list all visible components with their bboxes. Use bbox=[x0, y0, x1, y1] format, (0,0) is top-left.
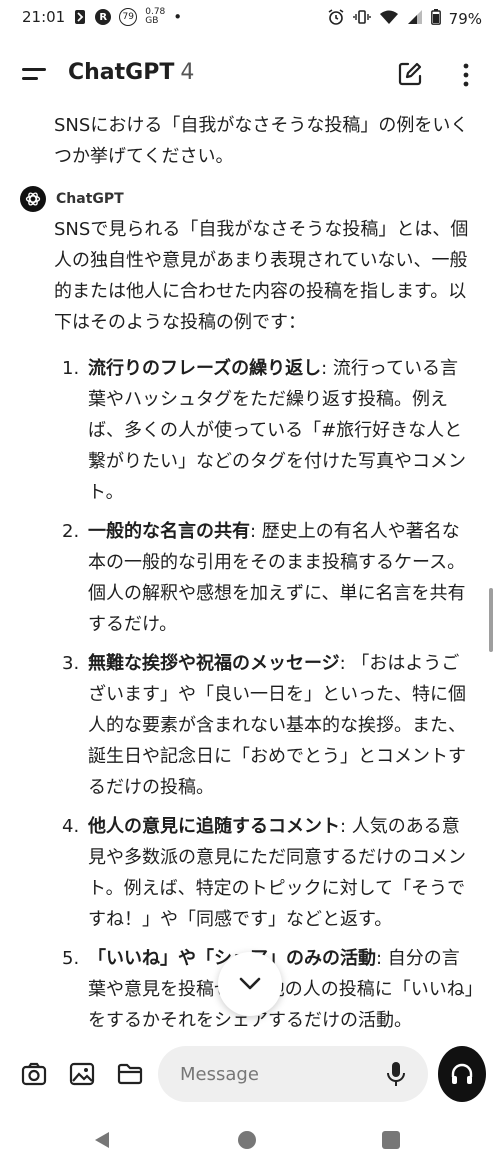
edit-icon[interactable] bbox=[396, 60, 424, 88]
list-item: 2. 一般的な名言の共有: 歴史上の有名人や著名な本の一般的な引用をそのまま投稿… bbox=[54, 516, 474, 640]
network-rate-unit: GB bbox=[145, 16, 159, 26]
chevron-down-icon bbox=[239, 977, 261, 990]
composer bbox=[0, 1040, 500, 1110]
list-keyword: 無難な挨拶や祝福のメッセージ bbox=[88, 653, 340, 674]
battery-percent: 79% bbox=[448, 10, 482, 28]
app-title: ChatGPT 4 bbox=[68, 60, 194, 85]
list-text: : 流行っている言葉やハッシュタグをただ繰り返す投稿。例えば、多くの人が使ってい… bbox=[88, 358, 466, 503]
battery-icon bbox=[430, 9, 441, 29]
list-keyword: 流行りのフレーズの繰り返し bbox=[88, 358, 322, 379]
signal-icon bbox=[407, 9, 423, 29]
wifi-icon bbox=[379, 9, 399, 29]
back-icon[interactable] bbox=[92, 1130, 112, 1150]
system-nav-bar bbox=[0, 1112, 500, 1169]
count-badge-icon: 79 bbox=[119, 8, 138, 26]
status-right: 79% bbox=[327, 8, 482, 30]
list-number: 3. bbox=[62, 653, 80, 674]
user-message: SNSにおける「自我がなさそうな投稿」の例をいくつか挙げてください。 bbox=[54, 115, 469, 167]
app-notification-icon bbox=[73, 9, 87, 25]
message-box bbox=[158, 1046, 428, 1102]
menu-icon[interactable] bbox=[22, 68, 46, 84]
status-dot: • bbox=[173, 8, 183, 26]
chatgpt-logo-icon bbox=[20, 186, 46, 212]
list-number: 2. bbox=[62, 521, 80, 542]
mic-icon[interactable] bbox=[384, 1060, 408, 1088]
kebab-icon[interactable] bbox=[456, 62, 476, 88]
message-input[interactable] bbox=[178, 1062, 372, 1086]
app-title-text: ChatGPT bbox=[68, 60, 175, 85]
list-item: 4. 他人の意見に追随するコメント: 人気のある意見や多数派の意見にただ同意する… bbox=[54, 811, 474, 935]
conversation: SNSにおける「自我がなさそうな投稿」の例をいくつか挙げてください。 ChatG… bbox=[0, 108, 500, 1038]
examples-list: 1. 流行りのフレーズの繰り返し: 流行っている言葉やハッシュタグをただ繰り返す… bbox=[54, 353, 474, 1038]
assistant-intro: SNSで見られる「自我がなさそうな投稿」とは、個人の独自性や意見があまり表現され… bbox=[54, 219, 469, 333]
status-time: 21:01 bbox=[22, 8, 66, 26]
alarm-icon bbox=[327, 8, 345, 30]
model-version: 4 bbox=[180, 60, 195, 85]
assistant-name: ChatGPT bbox=[56, 191, 124, 207]
list-number: 1. bbox=[62, 358, 80, 379]
status-left: 21:01 R 79 0.78 GB • bbox=[22, 8, 182, 26]
list-number: 4. bbox=[62, 816, 80, 837]
network-rate: 0.78 GB bbox=[145, 8, 165, 26]
assistant-header: ChatGPT bbox=[20, 186, 124, 212]
vibrate-icon bbox=[352, 8, 371, 30]
r-badge-icon: R bbox=[95, 9, 112, 25]
camera-icon[interactable] bbox=[20, 1060, 48, 1088]
scrollbar-thumb[interactable] bbox=[489, 588, 493, 652]
folder-icon[interactable] bbox=[116, 1060, 144, 1088]
list-keyword: 一般的な名言の共有 bbox=[88, 521, 250, 542]
list-item: 3. 無難な挨拶や祝福のメッセージ: 「おはようございます」や「良い一日を」とい… bbox=[54, 648, 474, 803]
list-item: 1. 流行りのフレーズの繰り返し: 流行っている言葉やハッシュタグをただ繰り返す… bbox=[54, 353, 474, 508]
image-icon[interactable] bbox=[68, 1060, 96, 1088]
headphones-icon bbox=[451, 1063, 473, 1084]
voice-mode-button[interactable] bbox=[438, 1046, 486, 1102]
recents-icon[interactable] bbox=[382, 1131, 400, 1149]
home-icon[interactable] bbox=[238, 1131, 256, 1149]
scroll-down-button[interactable] bbox=[218, 952, 282, 1016]
list-number: 5. bbox=[62, 948, 80, 969]
list-keyword: 他人の意見に追随するコメント bbox=[88, 816, 340, 837]
status-bar: 21:01 R 79 0.78 GB • 79% bbox=[0, 0, 500, 36]
list-text: : 「おはようございます」や「良い一日を」といった、特に個人的な要素が含まれない… bbox=[88, 653, 466, 798]
app-bar: ChatGPT 4 bbox=[0, 48, 500, 104]
